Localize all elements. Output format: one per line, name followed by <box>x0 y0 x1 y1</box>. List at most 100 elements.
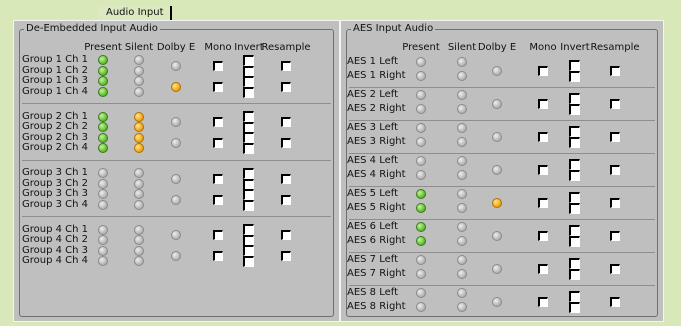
aes-7-invert-checkbox-2[interactable] <box>569 269 580 280</box>
aes-5-invert-checkbox-2[interactable] <box>569 203 580 214</box>
group-3-resample-checkbox-2[interactable] <box>281 194 291 205</box>
group-4-dolby-led-1 <box>171 230 181 240</box>
aes-3-mono-checkbox-1[interactable] <box>538 132 548 142</box>
group-3-invert-checkbox-1[interactable] <box>243 167 254 179</box>
group-1-resample-checkbox-1[interactable] <box>281 60 291 71</box>
aes-title: AES Input Audio <box>351 23 436 35</box>
aes-6-dolby-led-1 <box>492 231 502 241</box>
group-1-label-4: Group 1 Ch 4 <box>22 85 89 97</box>
aes-6-invert-checkbox-2[interactable] <box>569 236 580 247</box>
group-4-invert-checkbox-4[interactable] <box>243 256 254 267</box>
group-3-invert-checkbox-4[interactable] <box>243 199 254 211</box>
group-4-invert-checkbox-3[interactable] <box>243 245 254 256</box>
aes-4-label-2: AES 4 Right <box>347 169 406 180</box>
group-2-mono-checkbox-1[interactable] <box>213 117 223 127</box>
group-3-resample-checkbox-1[interactable] <box>281 173 291 184</box>
group-2-present-led-2 <box>98 122 108 132</box>
group-4-dolby-led-2 <box>171 251 181 261</box>
group-1-mono-checkbox-1[interactable] <box>213 60 223 71</box>
aes-7-mono-checkbox-1[interactable] <box>538 264 548 274</box>
group-4-mono-checkbox-1[interactable] <box>213 230 223 240</box>
aes-6-silent-led-2 <box>457 236 467 246</box>
group-1-invert-checkbox-1[interactable] <box>243 54 254 66</box>
group-4-resample-checkbox-1[interactable] <box>281 230 291 240</box>
aes-4-invert-checkbox-2[interactable] <box>569 170 580 181</box>
aes-8-dolby-led-1 <box>492 297 502 307</box>
aes-6-separator <box>349 251 655 253</box>
aes-1-mono-checkbox-1[interactable] <box>538 66 548 76</box>
aes-6-present-led-1 <box>416 222 426 232</box>
de-embedded-title: De-Embedded Input Audio <box>24 23 160 35</box>
group-3-mono-checkbox-2[interactable] <box>213 194 223 205</box>
group-2-separator <box>22 159 331 161</box>
group-2-silent-led-2 <box>134 122 144 132</box>
aes-6-mono-checkbox-1[interactable] <box>538 231 548 241</box>
group-2-invert-checkbox-3[interactable] <box>243 132 254 143</box>
aes-2-dolby-led-1 <box>492 99 502 109</box>
group-4-silent-led-3 <box>134 245 144 256</box>
aes-8-present-led-2 <box>416 302 426 312</box>
aes-4-invert-checkbox-1[interactable] <box>569 159 580 170</box>
aes-3-label-2: AES 3 Right <box>347 136 406 147</box>
aes-1-invert-checkbox-2[interactable] <box>569 71 580 82</box>
group-2-invert-checkbox-4[interactable] <box>243 143 254 154</box>
aes-5-silent-led-2 <box>457 203 467 213</box>
group-2-resample-checkbox-2[interactable] <box>281 138 291 148</box>
group-1-mono-checkbox-2[interactable] <box>213 81 223 92</box>
aes-3-present-led-2 <box>416 137 426 147</box>
aes-2-resample-checkbox-1[interactable] <box>610 99 620 109</box>
aes-3-invert-checkbox-1[interactable] <box>569 126 580 137</box>
aes-8-resample-checkbox-1[interactable] <box>610 297 620 307</box>
aes-2-present-led-2 <box>416 104 426 114</box>
header-mono: Mono <box>529 42 557 53</box>
aes-5-label-1: AES 5 Left <box>347 188 399 199</box>
group-1-invert-checkbox-4[interactable] <box>243 86 254 98</box>
aes-8-label-1: AES 8 Left <box>347 287 399 298</box>
group-2-mono-checkbox-2[interactable] <box>213 138 223 148</box>
group-4-mono-checkbox-2[interactable] <box>213 251 223 261</box>
aes-8-silent-led-2 <box>457 302 467 312</box>
aes-6-invert-checkbox-1[interactable] <box>569 225 580 236</box>
aes-3-resample-checkbox-1[interactable] <box>610 132 620 142</box>
aes-8-invert-checkbox-2[interactable] <box>569 302 580 313</box>
group-1-silent-led-2 <box>134 65 144 76</box>
group-1-resample-checkbox-2[interactable] <box>281 81 291 92</box>
aes-2-label-2: AES 2 Right <box>347 103 406 114</box>
aes-5-silent-led-1 <box>457 189 467 199</box>
aes-8-mono-checkbox-1[interactable] <box>538 297 548 307</box>
group-3-invert-checkbox-3[interactable] <box>243 188 254 200</box>
group-3-silent-led-1 <box>134 168 144 178</box>
group-2-present-led-4 <box>98 143 108 153</box>
aes-7-present-led-1 <box>416 255 426 265</box>
group-3-mono-checkbox-1[interactable] <box>213 173 223 184</box>
aes-1-invert-checkbox-1[interactable] <box>569 60 580 71</box>
header-silent: Silent <box>447 42 477 53</box>
group-2-resample-checkbox-1[interactable] <box>281 117 291 127</box>
aes-2-mono-checkbox-1[interactable] <box>538 99 548 109</box>
aes-4-mono-checkbox-1[interactable] <box>538 165 548 175</box>
aes-3-invert-checkbox-2[interactable] <box>569 137 580 148</box>
aes-2-invert-checkbox-1[interactable] <box>569 93 580 104</box>
aes-2-invert-checkbox-2[interactable] <box>569 104 580 115</box>
aes-5-resample-checkbox-1[interactable] <box>610 198 620 208</box>
aes-4-resample-checkbox-1[interactable] <box>610 165 620 175</box>
group-4-resample-checkbox-2[interactable] <box>281 251 291 261</box>
aes-5-mono-checkbox-1[interactable] <box>538 198 548 208</box>
group-4-present-led-1 <box>98 224 108 235</box>
group-2-invert-checkbox-1[interactable] <box>243 111 254 122</box>
aes-1-resample-checkbox-1[interactable] <box>610 66 620 76</box>
group-2-dolby-led-1 <box>171 117 181 127</box>
aes-8-invert-checkbox-1[interactable] <box>569 291 580 302</box>
aes-7-resample-checkbox-1[interactable] <box>610 264 620 274</box>
aes-4-dolby-led-1 <box>492 165 502 175</box>
aes-6-resample-checkbox-1[interactable] <box>610 231 620 241</box>
aes-3-label-1: AES 3 Left <box>347 122 399 133</box>
aes-7-invert-checkbox-1[interactable] <box>569 258 580 269</box>
aes-5-invert-checkbox-1[interactable] <box>569 192 580 203</box>
group-4-invert-checkbox-1[interactable] <box>243 224 254 235</box>
aes-1-silent-led-2 <box>457 71 467 81</box>
group-1-invert-checkbox-3[interactable] <box>243 75 254 87</box>
header-present: Present <box>402 42 440 53</box>
group-2-label-4: Group 2 Ch 4 <box>22 142 89 153</box>
tab-audio-input[interactable]: Audio Input <box>98 6 172 20</box>
